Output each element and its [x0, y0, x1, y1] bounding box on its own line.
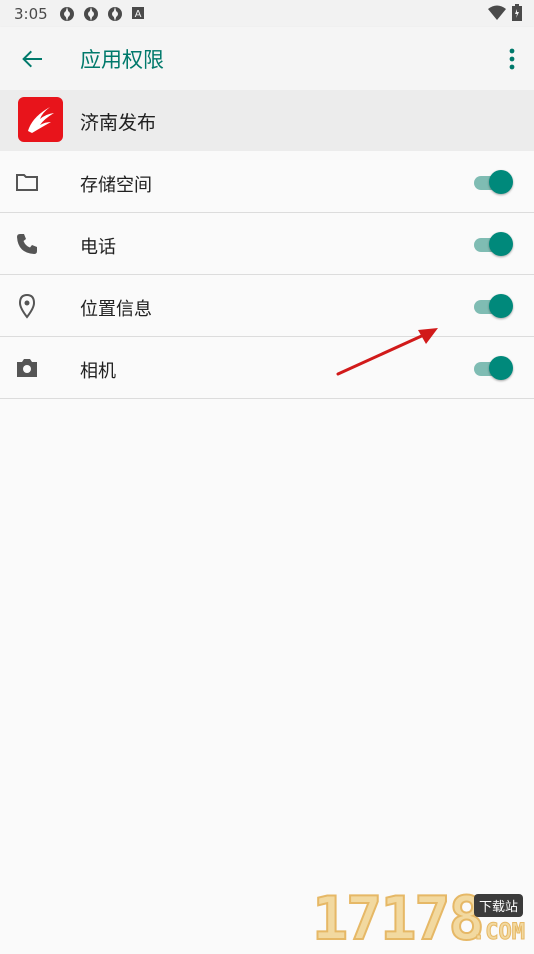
permission-label: 相机 — [80, 361, 116, 382]
toggle-thumb — [489, 356, 513, 380]
toggle-thumb — [489, 294, 513, 318]
more-vert-icon[interactable] — [506, 45, 518, 73]
permission-toggle[interactable] — [474, 169, 514, 195]
battery-icon — [512, 4, 522, 21]
watermark-digits: 17178 — [311, 884, 486, 954]
folder-icon — [16, 174, 38, 191]
system-icons — [488, 4, 522, 21]
permission-label: 位置信息 — [80, 299, 152, 320]
app-logo — [18, 97, 63, 142]
camera-icon — [17, 359, 37, 377]
svg-text:A: A — [135, 9, 142, 20]
permission-toggle[interactable] — [474, 293, 514, 319]
permission-row-location[interactable]: 位置信息 — [0, 275, 534, 337]
toggle-thumb — [489, 232, 513, 256]
red-arrow-icon — [336, 328, 438, 376]
app-header: 济南发布 — [0, 90, 534, 151]
a-box-icon: A — [132, 7, 144, 20]
status-bar: 3:05 A — [0, 0, 534, 27]
permission-toggle[interactable] — [474, 231, 514, 257]
permission-toggle[interactable] — [474, 355, 514, 381]
sync-icon — [108, 7, 122, 21]
app-bar: 应用权限 — [0, 27, 534, 90]
watermark-badge: 下载站 — [474, 894, 524, 917]
permission-row-phone[interactable]: 电话 — [0, 213, 534, 275]
permission-list: 存储空间 电话 位置信息 相机 — [0, 151, 534, 399]
watermark-suffix: .COM — [472, 920, 526, 946]
permission-row-storage[interactable]: 存储空间 — [0, 151, 534, 213]
bird-logo-icon — [28, 107, 54, 133]
permission-row-camera[interactable]: 相机 — [0, 337, 534, 399]
phone-icon — [17, 234, 37, 254]
page-title: 应用权限 — [80, 48, 164, 72]
watermark: 17178 下载站 .COM — [311, 884, 534, 954]
wifi-icon — [488, 5, 506, 20]
sync-icon — [60, 7, 74, 21]
app-name: 济南发布 — [80, 112, 157, 134]
toggle-thumb — [489, 170, 513, 194]
notification-icons: A — [58, 5, 146, 23]
location-pin-icon — [18, 293, 36, 319]
status-time: 3:05 — [14, 5, 48, 23]
permission-label: 存储空间 — [80, 175, 152, 196]
sync-icon — [84, 7, 98, 21]
permission-label: 电话 — [80, 237, 116, 258]
arrow-left-icon[interactable] — [18, 45, 46, 73]
